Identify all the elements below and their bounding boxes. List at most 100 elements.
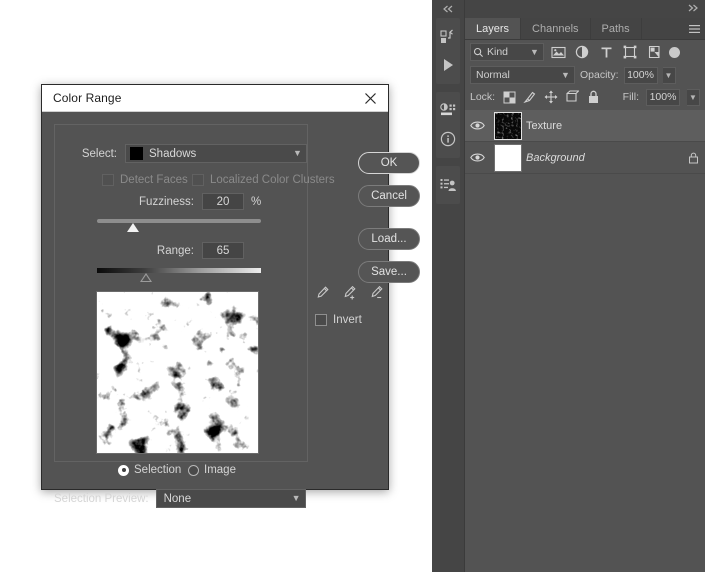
lock-artboard-icon[interactable] — [565, 89, 579, 105]
shadows-swatch-icon — [130, 147, 143, 160]
layer-visibility-toggle[interactable] — [465, 120, 490, 131]
adjustments-icon[interactable] — [436, 97, 460, 125]
smart-object-filter-icon[interactable] — [644, 43, 664, 61]
fill-label: Fill: — [623, 91, 639, 103]
chevron-down-icon: ▼ — [291, 149, 304, 158]
select-row: Select: Shadows ▼ — [64, 144, 314, 163]
info-icon[interactable] — [436, 125, 460, 153]
panel-menu-icon[interactable] — [683, 18, 705, 39]
lock-all-icon[interactable] — [586, 89, 600, 105]
blend-mode-dropdown[interactable]: Normal ▼ — [470, 66, 575, 84]
range-slider[interactable] — [97, 264, 261, 273]
table-row[interactable]: Background — [465, 142, 705, 174]
eyedropper-subtract-icon[interactable] — [369, 285, 384, 305]
load-button[interactable]: Load... — [358, 228, 420, 250]
opacity-label: Opacity: — [580, 69, 619, 81]
fill-slider-toggle[interactable]: ▼ — [687, 89, 700, 106]
fuzziness-input[interactable]: 20 — [202, 193, 244, 210]
panel-tabbar: Layers Channels Paths — [465, 18, 705, 40]
fill-input[interactable]: 100% — [646, 89, 680, 106]
dialog-body: Select: Shadows ▼ Detect Faces Localized… — [42, 112, 388, 490]
fuzziness-slider-handle[interactable] — [127, 223, 139, 232]
save-button[interactable]: Save... — [358, 261, 420, 283]
eye-icon — [470, 152, 485, 163]
close-icon[interactable] — [358, 87, 382, 109]
layers-list: Texture Background — [465, 110, 705, 174]
dialog-title: Color Range — [53, 91, 358, 105]
selection-radio-option[interactable]: Selection — [118, 464, 181, 476]
expand-panels-icon[interactable] — [686, 4, 699, 14]
rail-group-libraries — [436, 166, 460, 204]
detect-faces-row: Detect Faces — [102, 174, 188, 186]
photoshop-panel-dock: Layers Channels Paths K — [432, 0, 705, 572]
eyedropper-add-icon[interactable] — [342, 285, 357, 305]
layer-filter-row: Kind ▼ — [465, 40, 705, 64]
layer-thumbnail — [494, 112, 522, 140]
selection-preview-row: Selection Preview: None ▼ — [54, 489, 344, 508]
lock-position-icon[interactable] — [544, 89, 558, 105]
lock-row: Lock: — [465, 86, 705, 108]
fuzziness-row: Fuzziness: 20 % — [64, 193, 314, 210]
detect-faces-checkbox — [102, 174, 114, 186]
invert-checkbox[interactable] — [315, 314, 327, 326]
filter-kind-label: Kind — [487, 46, 528, 58]
image-radio-option[interactable]: Image — [188, 464, 236, 476]
lock-image-pixels-icon[interactable] — [523, 89, 537, 105]
tab-layers[interactable]: Layers — [465, 18, 521, 39]
tab-channels[interactable]: Channels — [521, 18, 590, 39]
detect-faces-label: Detect Faces — [120, 174, 188, 186]
type-layer-filter-icon[interactable] — [596, 43, 616, 61]
range-row: Range: 65 — [64, 242, 314, 259]
eyedropper-icon[interactable] — [315, 285, 330, 305]
tab-paths[interactable]: Paths — [591, 18, 642, 39]
filter-toggle[interactable] — [669, 47, 680, 58]
background-lock-icon — [681, 152, 705, 164]
lock-transparent-pixels-icon[interactable] — [502, 89, 516, 105]
selection-radio[interactable] — [118, 465, 129, 476]
range-track — [97, 268, 261, 273]
history-icon[interactable] — [436, 23, 460, 51]
ok-button[interactable]: OK — [358, 152, 420, 174]
layer-visibility-toggle[interactable] — [465, 152, 490, 163]
adjustment-layer-filter-icon[interactable] — [572, 43, 592, 61]
opacity-slider-toggle[interactable]: ▼ — [663, 67, 676, 84]
filter-kind-dropdown[interactable]: Kind ▼ — [470, 43, 544, 61]
play-icon[interactable] — [436, 51, 460, 79]
layer-thumbnail — [494, 144, 522, 172]
pixel-layer-filter-icon[interactable] — [548, 43, 568, 61]
range-slider-handle[interactable] — [140, 273, 152, 282]
screen: Color Range Select: Shadows ▼ — [0, 0, 705, 572]
fuzziness-slider[interactable] — [97, 215, 261, 223]
invert-row[interactable]: Invert — [315, 314, 362, 326]
shape-layer-filter-icon[interactable] — [620, 43, 640, 61]
selection-preview-dropdown[interactable]: None ▼ — [156, 489, 306, 508]
select-dropdown[interactable]: Shadows ▼ — [125, 144, 307, 163]
blend-mode-row: Normal ▼ Opacity: 100% ▼ — [465, 64, 705, 86]
layer-name: Texture — [526, 120, 681, 132]
search-icon — [473, 47, 484, 58]
cancel-button[interactable]: Cancel — [358, 185, 420, 207]
icon-rail — [432, 0, 465, 572]
layers-panel: Layers Channels Paths K — [465, 0, 705, 572]
selection-preview-label: Selection Preview: — [54, 493, 149, 505]
fuzziness-track — [97, 219, 261, 223]
chevron-down-icon: ▼ — [559, 71, 572, 80]
selection-preview-image[interactable] — [96, 291, 259, 454]
eye-icon — [470, 120, 485, 131]
libraries-icon[interactable] — [436, 171, 460, 199]
opacity-input[interactable]: 100% — [624, 67, 658, 84]
eyedropper-group — [315, 285, 384, 305]
layer-thumbnail-cell[interactable] — [490, 112, 526, 140]
range-input[interactable]: 65 — [202, 242, 244, 259]
select-label: Select: — [64, 148, 117, 160]
image-radio-label: Image — [204, 464, 236, 476]
fuzziness-label: Fuzziness: — [64, 196, 194, 208]
table-row[interactable]: Texture — [465, 110, 705, 142]
collapse-panels-icon[interactable] — [432, 0, 464, 18]
image-radio[interactable] — [188, 465, 199, 476]
localized-color-clusters-checkbox — [192, 174, 204, 186]
blend-mode-value: Normal — [476, 69, 559, 81]
rail-group-history — [436, 18, 460, 84]
layer-thumbnail-cell[interactable] — [490, 144, 526, 172]
selection-preview-value: None — [164, 493, 290, 505]
